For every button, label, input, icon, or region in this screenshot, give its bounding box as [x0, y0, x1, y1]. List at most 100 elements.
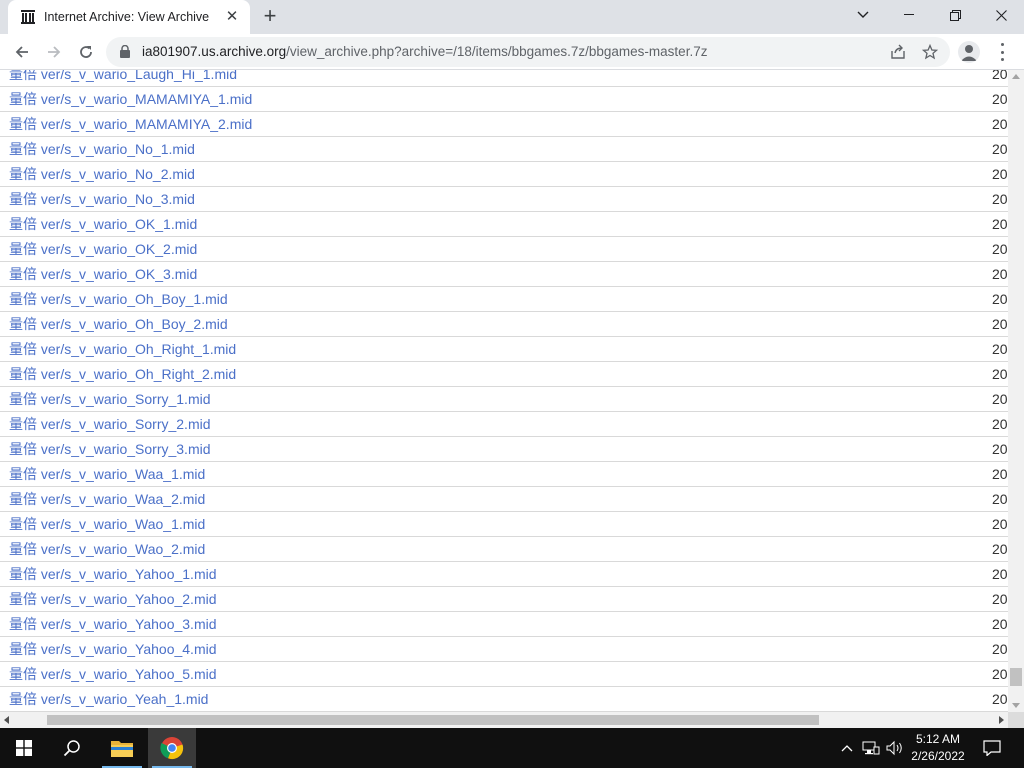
table-row: 量倍 ver/s_v_wario_Sorry_2.mid 20 — [0, 412, 1008, 437]
table-row: 量倍 ver/s_v_wario_Yahoo_2.mid 20 — [0, 587, 1008, 612]
back-arrow-icon[interactable] — [8, 38, 36, 66]
file-date: 20 — [992, 541, 1008, 557]
file-date: 20 — [992, 566, 1008, 582]
share-icon[interactable] — [890, 44, 906, 60]
file-link[interactable]: 量倍 ver/s_v_wario_Sorry_1.mid — [9, 387, 211, 411]
file-date: 20 — [992, 616, 1008, 632]
file-date: 20 — [992, 316, 1008, 332]
scroll-right-arrow-icon[interactable] — [999, 716, 1004, 724]
table-row: 量倍 ver/s_v_wario_Yahoo_1.mid 20 — [0, 562, 1008, 587]
file-date: 20 — [992, 91, 1008, 107]
horizontal-scrollbar[interactable] — [0, 712, 1008, 728]
tab-search-chevron-icon[interactable] — [840, 0, 886, 30]
file-link[interactable]: 量倍 ver/s_v_wario_Waa_1.mid — [9, 462, 205, 486]
file-link[interactable]: 量倍 ver/s_v_wario_OK_3.mid — [9, 262, 197, 286]
url-path: /view_archive.php?archive=/18/items/bbga… — [286, 44, 708, 59]
network-icon[interactable] — [860, 728, 882, 768]
clock-time: 5:12 AM — [915, 732, 961, 746]
url-text: ia801907.us.archive.org/view_archive.php… — [142, 44, 707, 59]
file-link[interactable]: 量倍 ver/s_v_wario_Oh_Right_2.mid — [9, 362, 236, 386]
archive-favicon-icon — [20, 9, 36, 25]
table-row: 量倍 ver/s_v_wario_Wao_2.mid 20 — [0, 537, 1008, 562]
table-row: 量倍 ver/s_v_wario_OK_2.mid 20 — [0, 237, 1008, 262]
system-clock[interactable]: 5:12 AM 2/26/2022 — [906, 731, 970, 765]
file-link[interactable]: 量倍 ver/s_v_wario_No_2.mid — [9, 162, 195, 186]
lock-icon[interactable] — [120, 44, 130, 63]
file-date: 20 — [992, 241, 1008, 257]
reload-icon[interactable] — [72, 38, 100, 66]
table-row: 量倍 ver/s_v_wario_Yahoo_5.mid 20 — [0, 662, 1008, 687]
address-bar[interactable]: ia801907.us.archive.org/view_archive.php… — [106, 37, 950, 67]
file-date: 20 — [992, 591, 1008, 607]
table-row: 量倍 ver/s_v_wario_Waa_2.mid 20 — [0, 487, 1008, 512]
file-link[interactable]: 量倍 ver/s_v_wario_Sorry_3.mid — [9, 437, 211, 461]
file-link[interactable]: 量倍 ver/s_v_wario_Yeah_1.mid — [9, 687, 208, 711]
tab-strip: Internet Archive: View Archive ✕ + — [0, 0, 1024, 34]
close-window-button[interactable] — [978, 0, 1024, 30]
browser-tab[interactable]: Internet Archive: View Archive ✕ — [8, 0, 250, 34]
file-link[interactable]: 量倍 ver/s_v_wario_No_1.mid — [9, 137, 195, 161]
file-link[interactable]: 量倍 ver/s_v_wario_Yahoo_1.mid — [9, 562, 217, 586]
scroll-down-arrow-icon[interactable] — [1012, 703, 1020, 708]
table-row: 量倍 ver/s_v_wario_Wao_1.mid 20 — [0, 512, 1008, 537]
file-link[interactable]: 量倍 ver/s_v_wario_MAMAMIYA_1.mid — [9, 87, 252, 111]
volume-icon[interactable] — [884, 728, 906, 768]
search-icon[interactable] — [48, 728, 96, 768]
table-row: 量倍 ver/s_v_wario_Waa_1.mid 20 — [0, 462, 1008, 487]
vertical-scroll-thumb[interactable] — [1010, 668, 1022, 687]
show-hidden-icons-chevron-icon[interactable] — [838, 728, 856, 768]
profile-avatar-icon[interactable] — [958, 41, 980, 63]
table-row: 量倍 ver/s_v_wario_Oh_Boy_2.mid 20 — [0, 312, 1008, 337]
file-link[interactable]: 量倍 ver/s_v_wario_No_3.mid — [9, 187, 195, 211]
new-tab-button[interactable]: + — [258, 5, 282, 29]
file-date: 20 — [992, 466, 1008, 482]
table-row: 量倍 ver/s_v_wario_Oh_Boy_1.mid 20 — [0, 287, 1008, 312]
table-row: 量倍 ver/s_v_wario_No_1.mid 20 — [0, 137, 1008, 162]
file-date: 20 — [992, 116, 1008, 132]
file-date: 20 — [992, 191, 1008, 207]
minimize-button[interactable] — [886, 0, 932, 30]
restore-button[interactable] — [932, 0, 978, 30]
file-link[interactable]: 量倍 ver/s_v_wario_Sorry_2.mid — [9, 412, 211, 436]
file-link[interactable]: 量倍 ver/s_v_wario_Laugh_Hi_1.mid — [9, 70, 237, 86]
tab-close-icon[interactable]: ✕ — [224, 9, 240, 25]
file-link[interactable]: 量倍 ver/s_v_wario_Yahoo_4.mid — [9, 637, 217, 661]
notifications-icon[interactable] — [978, 728, 1006, 768]
file-link[interactable]: 量倍 ver/s_v_wario_Oh_Boy_2.mid — [9, 312, 228, 336]
file-link[interactable]: 量倍 ver/s_v_wario_MAMAMIYA_2.mid — [9, 112, 252, 136]
clock-date: 2/26/2022 — [911, 749, 965, 763]
file-explorer-icon[interactable] — [98, 728, 146, 768]
scroll-left-arrow-icon[interactable] — [4, 716, 9, 724]
file-link[interactable]: 量倍 ver/s_v_wario_Oh_Right_1.mid — [9, 337, 236, 361]
bookmark-star-icon[interactable] — [921, 43, 939, 60]
table-row: 量倍 ver/s_v_wario_Laugh_Hi_1.mid 20 — [0, 70, 1008, 87]
file-link[interactable]: 量倍 ver/s_v_wario_Yahoo_2.mid — [9, 587, 217, 611]
file-link[interactable]: 量倍 ver/s_v_wario_OK_2.mid — [9, 237, 197, 261]
forward-arrow-icon[interactable] — [40, 38, 68, 66]
table-row: 量倍 ver/s_v_wario_Sorry_3.mid 20 — [0, 437, 1008, 462]
table-row: 量倍 ver/s_v_wario_MAMAMIYA_1.mid 20 — [0, 87, 1008, 112]
file-link[interactable]: 量倍 ver/s_v_wario_Oh_Boy_1.mid — [9, 287, 228, 311]
chrome-icon[interactable] — [148, 728, 196, 768]
file-date: 20 — [992, 141, 1008, 157]
file-date: 20 — [992, 366, 1008, 382]
file-link[interactable]: 量倍 ver/s_v_wario_Waa_2.mid — [9, 487, 205, 511]
file-date: 20 — [992, 166, 1008, 182]
file-link[interactable]: 量倍 ver/s_v_wario_Wao_1.mid — [9, 512, 205, 536]
scrollbar-corner — [1008, 712, 1024, 728]
table-row: 量倍 ver/s_v_wario_Yahoo_3.mid 20 — [0, 612, 1008, 637]
file-link[interactable]: 量倍 ver/s_v_wario_OK_1.mid — [9, 212, 197, 236]
file-link[interactable]: 量倍 ver/s_v_wario_Yahoo_5.mid — [9, 662, 217, 686]
file-date: 20 — [992, 216, 1008, 232]
tab-title: Internet Archive: View Archive — [44, 10, 210, 24]
browser-menu-icon[interactable] — [994, 43, 1010, 61]
table-row: 量倍 ver/s_v_wario_No_2.mid 20 — [0, 162, 1008, 187]
file-link[interactable]: 量倍 ver/s_v_wario_Yahoo_3.mid — [9, 612, 217, 636]
horizontal-scroll-thumb[interactable] — [47, 715, 819, 725]
archive-listing: 量倍 ver/s_v_wario_Laugh_Hi_1.mid 20 量倍 ver/… — [0, 70, 1008, 712]
scroll-up-arrow-icon[interactable] — [1012, 74, 1020, 79]
file-date: 20 — [992, 291, 1008, 307]
start-windows-icon[interactable] — [0, 728, 48, 768]
file-link[interactable]: 量倍 ver/s_v_wario_Wao_2.mid — [9, 537, 205, 561]
vertical-scrollbar[interactable] — [1008, 70, 1024, 712]
